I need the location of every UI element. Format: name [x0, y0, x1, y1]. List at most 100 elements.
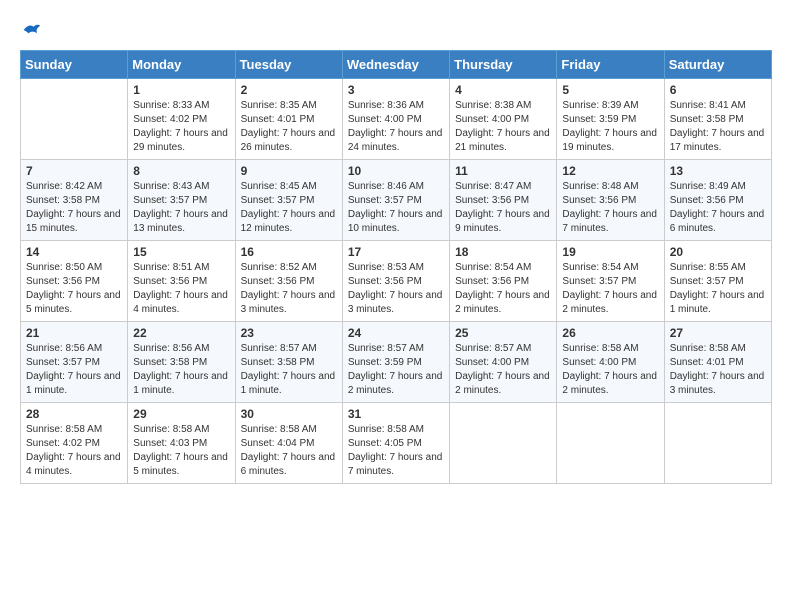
calendar-cell: 13 Sunrise: 8:49 AM Sunset: 3:56 PM Dayl…: [664, 160, 771, 241]
day-number: 23: [241, 326, 337, 340]
calendar-cell: 6 Sunrise: 8:41 AM Sunset: 3:58 PM Dayli…: [664, 79, 771, 160]
calendar-cell: 25 Sunrise: 8:57 AM Sunset: 4:00 PM Dayl…: [450, 322, 557, 403]
daylight-text: Daylight: 7 hours and 19 minutes.: [562, 128, 657, 153]
day-info: Sunrise: 8:58 AM Sunset: 4:01 PM Dayligh…: [670, 342, 766, 398]
daylight-text: Daylight: 7 hours and 2 minutes.: [455, 290, 550, 315]
calendar-cell: 20 Sunrise: 8:55 AM Sunset: 3:57 PM Dayl…: [664, 241, 771, 322]
daylight-text: Daylight: 7 hours and 1 minute.: [670, 290, 765, 315]
calendar-cell: 28 Sunrise: 8:58 AM Sunset: 4:02 PM Dayl…: [21, 403, 128, 484]
sunrise-text: Sunrise: 8:42 AM: [26, 181, 102, 192]
calendar-cell: 10 Sunrise: 8:46 AM Sunset: 3:57 PM Dayl…: [342, 160, 449, 241]
day-number: 8: [133, 164, 229, 178]
sunset-text: Sunset: 3:56 PM: [455, 195, 529, 206]
sunrise-text: Sunrise: 8:58 AM: [348, 424, 424, 435]
weekday-header-monday: Monday: [128, 51, 235, 79]
day-number: 21: [26, 326, 122, 340]
sunset-text: Sunset: 3:58 PM: [133, 357, 207, 368]
logo: [20, 20, 42, 40]
daylight-text: Daylight: 7 hours and 24 minutes.: [348, 128, 443, 153]
sunrise-text: Sunrise: 8:41 AM: [670, 100, 746, 111]
day-info: Sunrise: 8:47 AM Sunset: 3:56 PM Dayligh…: [455, 180, 551, 236]
day-number: 9: [241, 164, 337, 178]
daylight-text: Daylight: 7 hours and 13 minutes.: [133, 209, 228, 234]
day-info: Sunrise: 8:57 AM Sunset: 4:00 PM Dayligh…: [455, 342, 551, 398]
sunset-text: Sunset: 4:00 PM: [455, 357, 529, 368]
calendar-cell: [664, 403, 771, 484]
daylight-text: Daylight: 7 hours and 1 minute.: [241, 371, 336, 396]
day-info: Sunrise: 8:58 AM Sunset: 4:03 PM Dayligh…: [133, 423, 229, 479]
calendar-cell: 17 Sunrise: 8:53 AM Sunset: 3:56 PM Dayl…: [342, 241, 449, 322]
sunset-text: Sunset: 3:57 PM: [670, 276, 744, 287]
calendar-week-1: 1 Sunrise: 8:33 AM Sunset: 4:02 PM Dayli…: [21, 79, 772, 160]
day-info: Sunrise: 8:54 AM Sunset: 3:56 PM Dayligh…: [455, 261, 551, 317]
day-info: Sunrise: 8:45 AM Sunset: 3:57 PM Dayligh…: [241, 180, 337, 236]
sunset-text: Sunset: 3:57 PM: [348, 195, 422, 206]
sunrise-text: Sunrise: 8:36 AM: [348, 100, 424, 111]
day-number: 16: [241, 245, 337, 259]
calendar-cell: 27 Sunrise: 8:58 AM Sunset: 4:01 PM Dayl…: [664, 322, 771, 403]
daylight-text: Daylight: 7 hours and 12 minutes.: [241, 209, 336, 234]
daylight-text: Daylight: 7 hours and 3 minutes.: [348, 290, 443, 315]
sunset-text: Sunset: 3:58 PM: [26, 195, 100, 206]
sunset-text: Sunset: 4:04 PM: [241, 438, 315, 449]
day-number: 20: [670, 245, 766, 259]
daylight-text: Daylight: 7 hours and 1 minute.: [26, 371, 121, 396]
sunset-text: Sunset: 4:02 PM: [133, 114, 207, 125]
sunset-text: Sunset: 4:02 PM: [26, 438, 100, 449]
day-number: 6: [670, 83, 766, 97]
calendar-cell: 15 Sunrise: 8:51 AM Sunset: 3:56 PM Dayl…: [128, 241, 235, 322]
weekday-header-sunday: Sunday: [21, 51, 128, 79]
weekday-header-tuesday: Tuesday: [235, 51, 342, 79]
sunrise-text: Sunrise: 8:53 AM: [348, 262, 424, 273]
day-info: Sunrise: 8:39 AM Sunset: 3:59 PM Dayligh…: [562, 99, 658, 155]
sunrise-text: Sunrise: 8:35 AM: [241, 100, 317, 111]
sunrise-text: Sunrise: 8:58 AM: [241, 424, 317, 435]
sunset-text: Sunset: 4:01 PM: [670, 357, 744, 368]
day-number: 17: [348, 245, 444, 259]
calendar-week-4: 21 Sunrise: 8:56 AM Sunset: 3:57 PM Dayl…: [21, 322, 772, 403]
daylight-text: Daylight: 7 hours and 4 minutes.: [26, 452, 121, 477]
sunrise-text: Sunrise: 8:52 AM: [241, 262, 317, 273]
logo-bird-icon: [22, 20, 42, 40]
day-number: 29: [133, 407, 229, 421]
daylight-text: Daylight: 7 hours and 6 minutes.: [670, 209, 765, 234]
calendar-cell: [450, 403, 557, 484]
sunrise-text: Sunrise: 8:58 AM: [670, 343, 746, 354]
day-number: 31: [348, 407, 444, 421]
day-info: Sunrise: 8:41 AM Sunset: 3:58 PM Dayligh…: [670, 99, 766, 155]
weekday-header-friday: Friday: [557, 51, 664, 79]
sunrise-text: Sunrise: 8:58 AM: [562, 343, 638, 354]
sunrise-text: Sunrise: 8:56 AM: [133, 343, 209, 354]
daylight-text: Daylight: 7 hours and 9 minutes.: [455, 209, 550, 234]
day-number: 19: [562, 245, 658, 259]
calendar-cell: 14 Sunrise: 8:50 AM Sunset: 3:56 PM Dayl…: [21, 241, 128, 322]
daylight-text: Daylight: 7 hours and 2 minutes.: [455, 371, 550, 396]
sunset-text: Sunset: 3:57 PM: [241, 195, 315, 206]
sunset-text: Sunset: 3:56 PM: [670, 195, 744, 206]
day-info: Sunrise: 8:49 AM Sunset: 3:56 PM Dayligh…: [670, 180, 766, 236]
sunset-text: Sunset: 3:58 PM: [241, 357, 315, 368]
daylight-text: Daylight: 7 hours and 21 minutes.: [455, 128, 550, 153]
sunset-text: Sunset: 4:01 PM: [241, 114, 315, 125]
sunset-text: Sunset: 3:59 PM: [562, 114, 636, 125]
sunrise-text: Sunrise: 8:39 AM: [562, 100, 638, 111]
day-info: Sunrise: 8:50 AM Sunset: 3:56 PM Dayligh…: [26, 261, 122, 317]
sunset-text: Sunset: 3:56 PM: [348, 276, 422, 287]
calendar-cell: 8 Sunrise: 8:43 AM Sunset: 3:57 PM Dayli…: [128, 160, 235, 241]
day-info: Sunrise: 8:53 AM Sunset: 3:56 PM Dayligh…: [348, 261, 444, 317]
daylight-text: Daylight: 7 hours and 26 minutes.: [241, 128, 336, 153]
day-info: Sunrise: 8:42 AM Sunset: 3:58 PM Dayligh…: [26, 180, 122, 236]
calendar-week-2: 7 Sunrise: 8:42 AM Sunset: 3:58 PM Dayli…: [21, 160, 772, 241]
sunset-text: Sunset: 3:56 PM: [133, 276, 207, 287]
sunrise-text: Sunrise: 8:54 AM: [562, 262, 638, 273]
sunset-text: Sunset: 3:57 PM: [562, 276, 636, 287]
day-info: Sunrise: 8:58 AM Sunset: 4:05 PM Dayligh…: [348, 423, 444, 479]
calendar-cell: 31 Sunrise: 8:58 AM Sunset: 4:05 PM Dayl…: [342, 403, 449, 484]
day-number: 2: [241, 83, 337, 97]
calendar-cell: 23 Sunrise: 8:57 AM Sunset: 3:58 PM Dayl…: [235, 322, 342, 403]
calendar-cell: [21, 79, 128, 160]
day-info: Sunrise: 8:48 AM Sunset: 3:56 PM Dayligh…: [562, 180, 658, 236]
day-info: Sunrise: 8:35 AM Sunset: 4:01 PM Dayligh…: [241, 99, 337, 155]
daylight-text: Daylight: 7 hours and 5 minutes.: [133, 452, 228, 477]
day-info: Sunrise: 8:51 AM Sunset: 3:56 PM Dayligh…: [133, 261, 229, 317]
